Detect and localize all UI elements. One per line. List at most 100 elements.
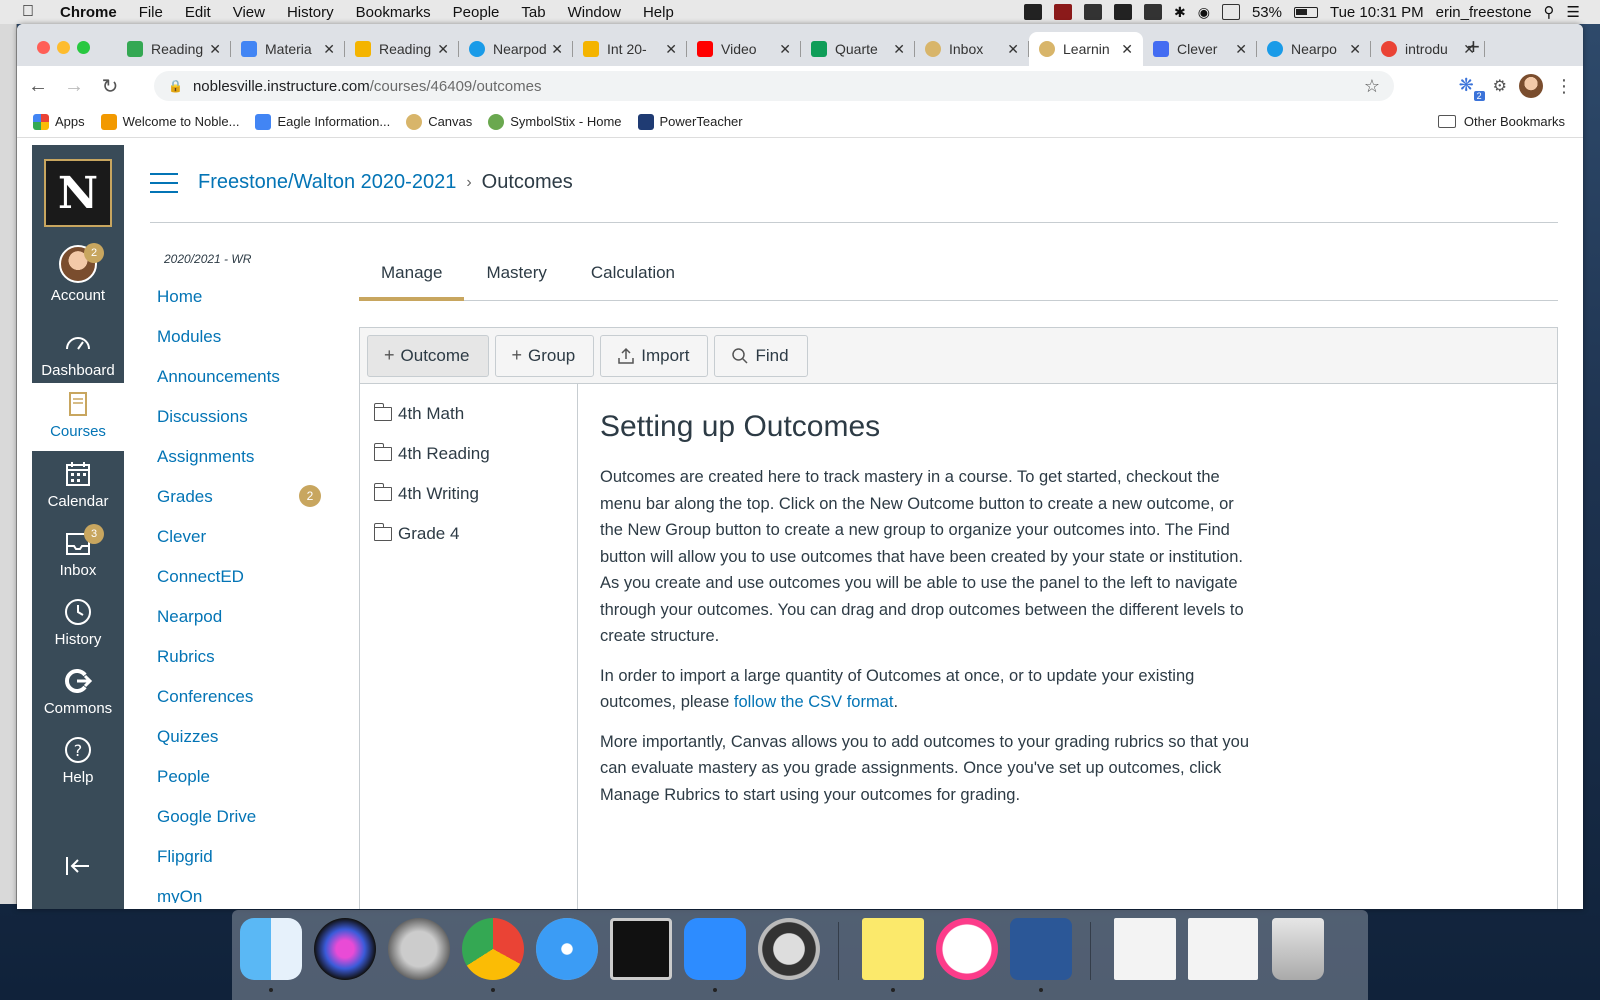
camera-status-icon[interactable]	[1143, 4, 1162, 20]
global-nav-account[interactable]: 2 Account	[32, 243, 124, 304]
bookmark-powerteacher[interactable]: PowerTeacher	[637, 113, 743, 130]
stickies-icon[interactable]	[862, 918, 924, 980]
quicktime-icon[interactable]	[758, 918, 820, 980]
battery-icon[interactable]	[1293, 6, 1318, 18]
browser-tab[interactable]: Nearpo ✕	[1257, 32, 1371, 66]
noblesville-status-icon[interactable]	[1023, 4, 1042, 20]
outcome-group-item[interactable]: 4th Writing	[360, 474, 577, 514]
browser-tab[interactable]: Clever ✕	[1143, 32, 1257, 66]
global-nav-help[interactable]: ? Help	[32, 735, 124, 786]
menu-app-name[interactable]: Chrome	[60, 4, 117, 21]
bookmark-apps[interactable]: Apps	[33, 113, 85, 130]
menu-file[interactable]: File	[139, 4, 163, 21]
browser-tab[interactable]: Video ✕	[687, 32, 801, 66]
close-tab-icon[interactable]: ✕	[437, 41, 449, 58]
close-window-button[interactable]	[37, 41, 50, 54]
minimize-window-button[interactable]	[57, 41, 70, 54]
wifi-icon[interactable]: ◉	[1198, 4, 1210, 21]
global-nav-dashboard[interactable]: Dashboard	[32, 328, 124, 379]
bluetooth-icon[interactable]: ✱	[1174, 4, 1186, 21]
course-nav-flipgrid[interactable]: Flipgrid	[157, 847, 327, 887]
five-status-icon[interactable]	[1113, 4, 1132, 20]
menu-history[interactable]: History	[287, 4, 334, 21]
close-tab-icon[interactable]: ✕	[779, 41, 791, 58]
chrome-icon[interactable]	[462, 918, 524, 980]
music-icon[interactable]	[936, 918, 998, 980]
browser-tab[interactable]: Inbox ✕	[915, 32, 1029, 66]
global-nav-courses[interactable]: Courses	[32, 383, 124, 451]
profile-avatar[interactable]	[1519, 74, 1543, 98]
course-nav-discussions[interactable]: Discussions	[157, 407, 327, 447]
siri-icon[interactable]	[314, 918, 376, 980]
global-nav-calendar[interactable]: Calendar	[32, 459, 124, 510]
other-bookmarks[interactable]: Other Bookmarks	[1437, 114, 1565, 129]
school-logo[interactable]: N	[44, 159, 112, 227]
user-name[interactable]: erin_freestone	[1436, 4, 1532, 21]
menu-view[interactable]: View	[233, 4, 265, 21]
launchpad-rocket-icon[interactable]	[388, 918, 450, 980]
menu-help[interactable]: Help	[643, 4, 674, 21]
apple-icon[interactable]: 	[22, 3, 40, 21]
import-button[interactable]: Import	[600, 334, 709, 377]
close-tab-icon[interactable]: ✕	[893, 41, 905, 58]
bookmark-symbolstix[interactable]: SymbolStix - Home	[488, 113, 622, 130]
global-nav-inbox[interactable]: 3 Inbox	[32, 524, 124, 579]
zoom-window-button[interactable]	[77, 41, 90, 54]
global-nav-commons[interactable]: Commons	[32, 666, 124, 717]
bookmark-eagle[interactable]: Eagle Information...	[255, 113, 390, 130]
chrome-menu-icon[interactable]: ⋮	[1555, 76, 1573, 97]
breadcrumb-course-link[interactable]: Freestone/Walton 2020-2021	[198, 171, 456, 194]
bookmark-canvas[interactable]: Canvas	[406, 113, 472, 130]
forward-arrow-icon[interactable]: →	[59, 75, 89, 98]
browser-tab[interactable]: Reading ✕	[117, 32, 231, 66]
global-nav-history[interactable]: History	[32, 597, 124, 648]
tab-calculation[interactable]: Calculation	[569, 253, 697, 301]
finder-icon[interactable]	[240, 918, 302, 980]
drive-status-icon[interactable]	[1083, 4, 1102, 20]
tab-manage[interactable]: Manage	[359, 253, 465, 301]
trash-icon[interactable]	[1272, 918, 1324, 980]
course-nav-people[interactable]: People	[157, 767, 327, 807]
browser-tab[interactable]: Quarte ✕	[801, 32, 915, 66]
reload-icon[interactable]: ↻	[95, 74, 125, 99]
close-tab-icon[interactable]: ✕	[551, 41, 563, 58]
close-tab-icon[interactable]: ✕	[1349, 41, 1361, 58]
course-nav-nearpod[interactable]: Nearpod	[157, 607, 327, 647]
safari-compass-icon[interactable]	[536, 918, 598, 980]
hamburger-menu-icon[interactable]	[150, 172, 178, 193]
close-tab-icon[interactable]: ✕	[323, 41, 335, 58]
menu-people[interactable]: People	[453, 4, 500, 21]
outcome-group-item[interactable]: 4th Math	[360, 394, 577, 434]
csv-format-link[interactable]: follow the CSV format	[734, 693, 894, 711]
browser-tab[interactable]: Nearpod ✕	[459, 32, 573, 66]
course-nav-assignments[interactable]: Assignments	[157, 447, 327, 487]
address-bar[interactable]: 🔒 noblesville.instructure.com /courses/4…	[154, 71, 1394, 101]
close-tab-icon[interactable]: ✕	[1235, 41, 1247, 58]
add-group-button[interactable]: + Group	[494, 334, 595, 377]
bookmark-star-icon[interactable]: ☆	[1364, 76, 1380, 97]
close-tab-icon[interactable]: ✕	[1121, 41, 1133, 58]
documents-stack-icon[interactable]	[1114, 918, 1176, 980]
close-tab-icon[interactable]: ✕	[1007, 41, 1019, 58]
menu-edit[interactable]: Edit	[185, 4, 211, 21]
close-tab-icon[interactable]: ✕	[209, 41, 221, 58]
course-nav-home[interactable]: Home	[157, 287, 327, 327]
menu-tab[interactable]: Tab	[521, 4, 545, 21]
keyboard-status-icon[interactable]	[1221, 4, 1240, 20]
course-nav-google-drive[interactable]: Google Drive	[157, 807, 327, 847]
menu-window[interactable]: Window	[568, 4, 621, 21]
terminal-icon[interactable]	[610, 918, 672, 980]
lock-icon[interactable]: 🔒	[168, 79, 183, 93]
menu-bookmarks[interactable]: Bookmarks	[356, 4, 431, 21]
course-nav-announcements[interactable]: Announcements	[157, 367, 327, 407]
collapse-nav-button[interactable]	[32, 851, 124, 885]
clock[interactable]: Tue 10:31 PM	[1330, 4, 1424, 21]
course-nav-conferences[interactable]: Conferences	[157, 687, 327, 727]
outcome-group-item[interactable]: Grade 4	[360, 514, 577, 554]
course-nav-rubrics[interactable]: Rubrics	[157, 647, 327, 687]
word-icon[interactable]	[1010, 918, 1072, 980]
course-nav-myon[interactable]: myOn	[157, 887, 327, 903]
spotlight-icon[interactable]: ⚲	[1544, 3, 1555, 21]
browser-tab-active[interactable]: Learnin ✕	[1029, 32, 1143, 66]
red-status-icon[interactable]	[1053, 4, 1072, 20]
